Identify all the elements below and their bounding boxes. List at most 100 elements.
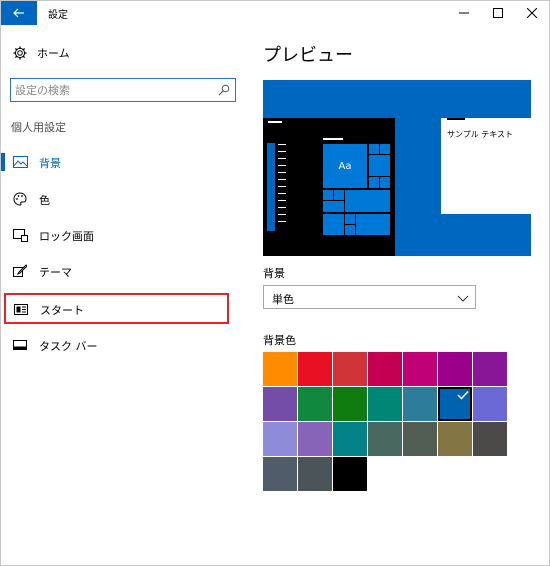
color-swatch[interactable] bbox=[368, 352, 402, 386]
preview-list-line bbox=[278, 200, 286, 201]
window-title: 設定 bbox=[48, 10, 68, 21]
sidebar-item-label: ロック画面 bbox=[39, 230, 94, 243]
preview-tile bbox=[379, 143, 391, 155]
back-arrow-icon bbox=[13, 8, 24, 18]
close-icon bbox=[527, 8, 537, 18]
gear-icon bbox=[11, 44, 29, 62]
preview-tile bbox=[368, 154, 391, 177]
preview-tile bbox=[344, 224, 356, 236]
color-swatch[interactable] bbox=[298, 387, 332, 421]
preview-list-line bbox=[278, 186, 286, 187]
sidebar-item-label: スタート bbox=[40, 304, 84, 317]
preview-tile bbox=[344, 189, 391, 213]
color-swatch[interactable] bbox=[403, 387, 437, 421]
color-swatch[interactable] bbox=[263, 387, 297, 421]
sidebar-item-taskbar[interactable]: タスク バー bbox=[1, 332, 239, 358]
sidebar-item-start[interactable]: スタート bbox=[4, 293, 229, 324]
search-input[interactable] bbox=[15, 81, 205, 99]
theme-brush-icon bbox=[12, 263, 28, 279]
background-label: 背景 bbox=[263, 267, 285, 280]
color-swatch[interactable] bbox=[263, 352, 297, 386]
preview-menu-line bbox=[323, 138, 343, 140]
preview-list-line bbox=[278, 165, 286, 166]
minimize-icon bbox=[459, 12, 469, 14]
color-swatch[interactable] bbox=[473, 352, 507, 386]
preview-tile-aa: Aa bbox=[323, 144, 367, 188]
color-swatch[interactable] bbox=[473, 422, 507, 456]
preview-list-line bbox=[278, 158, 286, 159]
color-swatch[interactable] bbox=[438, 387, 472, 421]
close-button[interactable] bbox=[515, 1, 549, 25]
page-title: プレビュー bbox=[263, 45, 353, 66]
search-icon bbox=[218, 84, 230, 96]
color-swatch[interactable] bbox=[333, 352, 367, 386]
color-swatch[interactable] bbox=[298, 457, 332, 491]
preview-list-line bbox=[278, 221, 286, 222]
color-swatch[interactable] bbox=[368, 387, 402, 421]
minimize-button[interactable] bbox=[447, 1, 481, 25]
color-swatch-grid bbox=[263, 352, 508, 494]
preview-tile bbox=[368, 143, 380, 155]
chevron-down-icon bbox=[457, 295, 469, 302]
preview-tile bbox=[333, 189, 345, 201]
color-swatch[interactable] bbox=[298, 352, 332, 386]
start-icon bbox=[13, 301, 29, 317]
preview-tile bbox=[368, 176, 380, 189]
preview-list-line bbox=[278, 207, 286, 208]
preview-window-bar bbox=[447, 118, 465, 120]
preview-tile bbox=[344, 213, 356, 225]
color-swatch[interactable] bbox=[333, 422, 367, 456]
taskbar-icon bbox=[12, 337, 28, 353]
maximize-button[interactable] bbox=[481, 1, 515, 25]
color-swatch[interactable] bbox=[403, 352, 437, 386]
settings-window: 設定 ホーム 個人用設定 bbox=[0, 0, 550, 566]
sidebar-item-theme[interactable]: テーマ bbox=[1, 258, 239, 284]
preview-rail bbox=[267, 143, 275, 231]
sidebar-item-color[interactable]: 色 bbox=[1, 186, 239, 212]
palette-icon bbox=[12, 191, 28, 207]
color-swatch[interactable] bbox=[403, 422, 437, 456]
preview-tile bbox=[379, 176, 391, 189]
preview-sample-text: サンプル テキスト bbox=[447, 130, 514, 139]
home-label: ホーム bbox=[37, 47, 70, 60]
home-link[interactable]: ホーム bbox=[11, 43, 70, 63]
preview-list-line bbox=[278, 151, 286, 152]
preview-tile bbox=[322, 189, 334, 201]
background-dropdown-value: 単色 bbox=[272, 293, 294, 306]
background-dropdown[interactable]: 単色 bbox=[263, 285, 476, 309]
selection-indicator bbox=[1, 153, 5, 171]
sidebar-item-label: タスク バー bbox=[39, 340, 98, 353]
color-swatch[interactable] bbox=[333, 387, 367, 421]
preview-tile bbox=[355, 213, 391, 236]
sidebar-item-label: 背景 bbox=[39, 157, 61, 170]
color-swatch[interactable] bbox=[473, 387, 507, 421]
preview-window: サンプル テキスト bbox=[441, 118, 531, 214]
color-swatch[interactable] bbox=[438, 422, 472, 456]
preview-start-menu: Aa bbox=[263, 118, 395, 256]
sidebar-item-label: 色 bbox=[39, 194, 50, 207]
lock-screen-icon bbox=[12, 227, 28, 243]
color-swatch[interactable] bbox=[263, 422, 297, 456]
preview-list-line bbox=[278, 144, 286, 145]
picture-icon bbox=[12, 154, 28, 170]
back-button[interactable] bbox=[1, 1, 37, 25]
checkmark-icon bbox=[457, 390, 469, 400]
section-label: 個人用設定 bbox=[11, 121, 66, 134]
sidebar-item-label: テーマ bbox=[39, 266, 72, 279]
background-color-label: 背景色 bbox=[263, 334, 296, 347]
sidebar-item-background[interactable]: 背景 bbox=[1, 149, 239, 175]
maximize-icon bbox=[493, 8, 503, 18]
preview-menu-line bbox=[268, 121, 282, 123]
title-bar: 設定 bbox=[1, 1, 549, 25]
preview-list-line bbox=[278, 179, 286, 180]
preview-tile bbox=[322, 213, 345, 236]
search-box[interactable] bbox=[10, 78, 236, 102]
color-swatch[interactable] bbox=[438, 352, 472, 386]
color-swatch[interactable] bbox=[368, 422, 402, 456]
preview-list-line bbox=[278, 172, 286, 173]
color-swatch[interactable] bbox=[298, 422, 332, 456]
color-swatch[interactable] bbox=[263, 457, 297, 491]
sidebar-item-lock-screen[interactable]: ロック画面 bbox=[1, 222, 239, 248]
preview-list-line bbox=[278, 193, 286, 194]
color-swatch[interactable] bbox=[333, 457, 367, 491]
